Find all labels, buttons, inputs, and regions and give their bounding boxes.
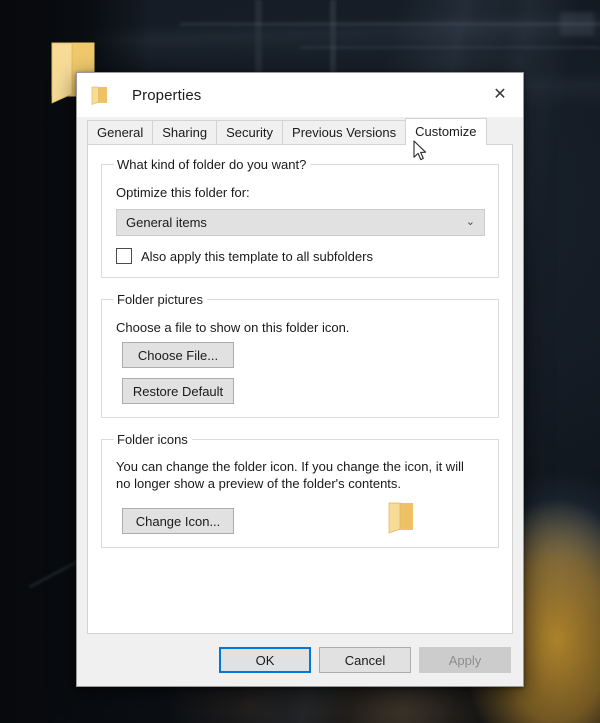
tab-sharing[interactable]: Sharing	[152, 120, 217, 144]
close-glyph: ✕	[493, 87, 506, 103]
choose-file-button[interactable]: Choose File...	[122, 342, 234, 368]
wallpaper-beam	[330, 0, 336, 74]
folder-icons-group-legend: Folder icons	[114, 432, 192, 447]
dialog-titlebar: Properties ✕	[77, 73, 523, 117]
folder-type-group-legend: What kind of folder do you want?	[114, 157, 310, 172]
folder-icons-group: Folder icons You can change the folder i…	[101, 432, 499, 548]
tab-security[interactable]: Security	[216, 120, 283, 144]
folder-icon	[388, 502, 414, 534]
apply-to-subfolders-row[interactable]: Also apply this template to all subfolde…	[116, 248, 487, 264]
folder-pictures-group-legend: Folder pictures	[114, 292, 207, 307]
apply-to-subfolders-label: Also apply this template to all subfolde…	[141, 249, 373, 264]
apply-to-subfolders-checkbox[interactable]	[116, 248, 132, 264]
folder-type-group: What kind of folder do you want? Optimiz…	[101, 157, 499, 278]
dialog-footer: OK Cancel Apply	[77, 634, 523, 686]
cancel-button[interactable]: Cancel	[319, 647, 411, 673]
restore-default-button[interactable]: Restore Default	[122, 378, 234, 404]
ok-button[interactable]: OK	[219, 647, 311, 673]
tab-general[interactable]: General	[87, 120, 153, 144]
dialog-title: Properties	[132, 87, 201, 104]
change-icon-row: Change Icon...	[113, 502, 487, 534]
close-icon[interactable]: ✕	[477, 73, 523, 117]
tab-customize[interactable]: Customize	[405, 118, 486, 145]
wallpaper-beam	[300, 46, 600, 49]
optimize-folder-label: Optimize this folder for:	[116, 185, 487, 200]
optimize-folder-combobox[interactable]: General items ⌄	[116, 209, 485, 236]
apply-button: Apply	[419, 647, 511, 673]
properties-dialog: Properties ✕ General Sharing Security Pr…	[76, 72, 524, 687]
tab-strip: General Sharing Security Previous Versio…	[77, 117, 523, 144]
customize-tab-page: What kind of folder do you want? Optimiz…	[87, 144, 513, 634]
folder-icons-description: You can change the folder icon. If you c…	[116, 458, 474, 492]
folder-pictures-group: Folder pictures Choose a file to show on…	[101, 292, 499, 418]
change-icon-button[interactable]: Change Icon...	[122, 508, 234, 534]
folder-icon	[91, 86, 108, 105]
wallpaper-beam	[180, 22, 600, 26]
chevron-down-icon: ⌄	[466, 217, 475, 228]
wallpaper-highlight	[560, 12, 594, 36]
choose-file-description: Choose a file to show on this folder ico…	[116, 320, 487, 335]
tab-previous-versions[interactable]: Previous Versions	[282, 120, 406, 144]
optimize-folder-value: General items	[126, 215, 207, 230]
wallpaper-beam	[255, 0, 262, 78]
